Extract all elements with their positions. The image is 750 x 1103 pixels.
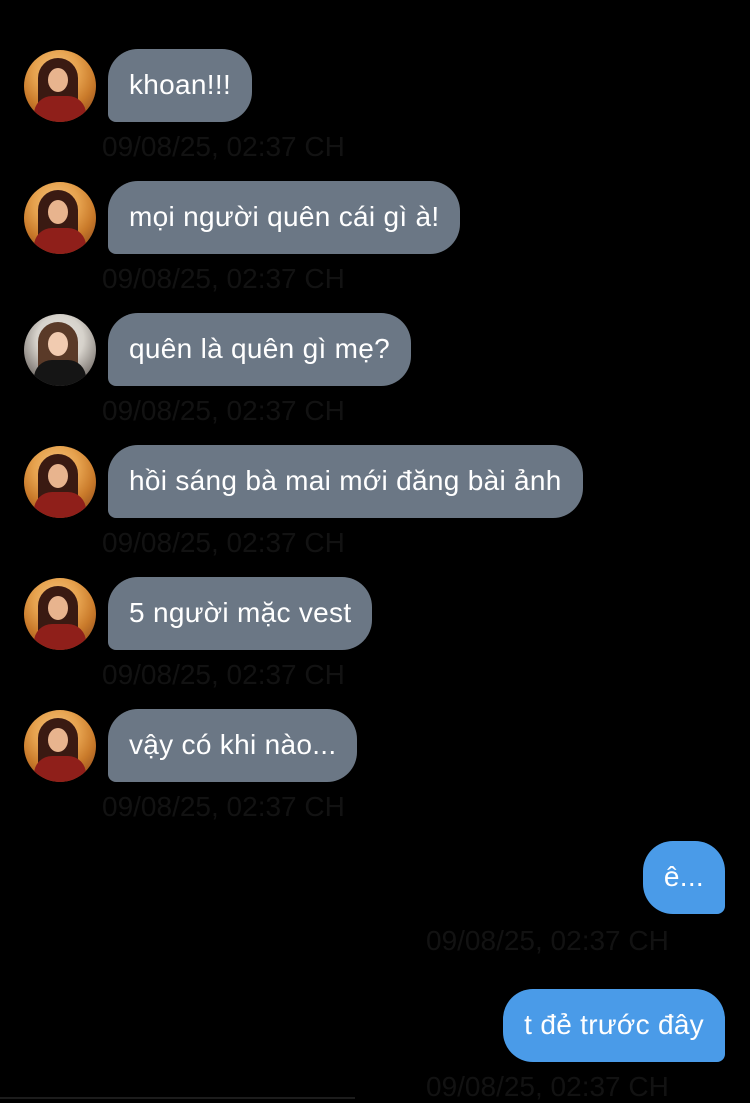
incoming-message-bubble[interactable]: vậy có khi nào... <box>108 709 358 782</box>
sender-avatar[interactable] <box>24 446 96 518</box>
divider <box>0 1097 355 1099</box>
sender-avatar[interactable] <box>24 50 96 122</box>
outgoing-message-bubble[interactable]: t đẻ trước đây <box>503 989 725 1062</box>
message-timestamp: 09/08/25, 02:37 CH <box>102 131 345 162</box>
incoming-message-bubble[interactable]: hồi sáng bà mai mới đăng bài ảnh <box>108 445 583 518</box>
sender-avatar[interactable] <box>24 578 96 650</box>
outgoing-message-bubble[interactable]: ê... <box>642 841 725 914</box>
message-timestamp: 09/08/25, 02:37 CH <box>426 1071 669 1102</box>
incoming-message-bubble[interactable]: khoan!!! <box>108 49 253 122</box>
message-timestamp: 09/08/25, 02:37 CH <box>102 395 345 426</box>
message-timestamp: 09/08/25, 02:37 CH <box>102 659 345 690</box>
sender-avatar[interactable] <box>24 182 96 254</box>
sender-avatar[interactable] <box>24 710 96 782</box>
incoming-message-bubble[interactable]: 5 người mặc vest <box>108 577 373 650</box>
incoming-message-bubble[interactable]: mọi người quên cái gì à! <box>108 181 461 254</box>
message-timestamp: 09/08/25, 02:37 CH <box>102 263 345 294</box>
message-timestamp: 09/08/25, 02:37 CH <box>102 791 345 822</box>
message-timestamp: 09/08/25, 02:37 CH <box>102 527 345 558</box>
message-timestamp: 09/08/25, 02:37 CH <box>426 925 669 956</box>
sender-avatar[interactable] <box>24 314 96 386</box>
incoming-message-bubble[interactable]: quên là quên gì mẹ? <box>108 313 412 386</box>
chat-thread: khoan!!! 09/08/25, 02:37 CH mọi người qu… <box>0 0 750 1103</box>
